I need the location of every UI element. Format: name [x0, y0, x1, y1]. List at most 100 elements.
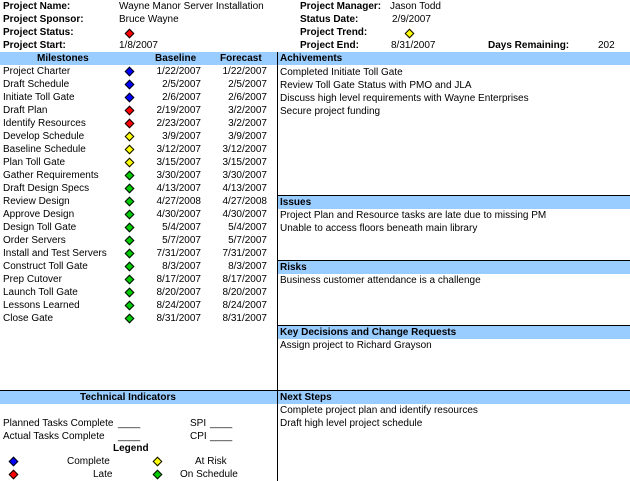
status-diamond-icon [124, 144, 135, 155]
next-steps-header: Next Steps [280, 392, 332, 403]
baseline-date: 3/9/2007 [162, 131, 201, 142]
days-remaining-label: Days Remaining: [488, 40, 570, 51]
risks-list: Business customer attendance is a challe… [280, 274, 481, 287]
issues-header-bar: Issues [278, 196, 630, 209]
project-start-value: 1/8/2007 [119, 40, 158, 51]
milestone-name: Prep Cutover [3, 274, 62, 285]
project-sponsor-value: Bruce Wayne [119, 14, 179, 25]
project-name-value: Wayne Manor Server Installation [119, 1, 264, 12]
risks-header-bar: Risks [278, 261, 630, 274]
section-divider [278, 195, 630, 196]
list-item: Complete project plan and identify resou… [280, 405, 478, 416]
section-divider [0, 390, 630, 391]
milestone-name: Order Servers [3, 235, 66, 246]
baseline-date: 3/12/2007 [156, 144, 202, 155]
baseline-header: Baseline [155, 53, 197, 64]
baseline-date: 4/13/2007 [156, 183, 202, 194]
status-diamond-icon [124, 66, 135, 77]
cpi-value: ____ [210, 431, 233, 442]
table-row: Gather Requirements 3/30/2007 3/30/2007 [0, 169, 277, 182]
table-row: Close Gate 8/31/2007 8/31/2007 [0, 312, 277, 325]
milestone-name: Review Design [3, 196, 70, 207]
table-row: Design Toll Gate 5/4/2007 5/4/2007 [0, 221, 277, 234]
forecast-date: 8/24/2007 [222, 300, 268, 311]
baseline-date: 2/5/2007 [162, 79, 201, 90]
technical-header: Technical Indicators [80, 392, 176, 403]
technical-header-bar: Technical Indicators [0, 391, 277, 404]
milestone-name: Design Toll Gate [3, 222, 77, 233]
table-row: Baseline Schedule 3/12/2007 3/12/2007 [0, 143, 277, 156]
status-diamond-icon [124, 313, 135, 324]
table-row: Develop Schedule 3/9/2007 3/9/2007 [0, 130, 277, 143]
forecast-date: 3/9/2007 [228, 131, 267, 142]
section-divider [278, 260, 630, 261]
table-row: Review Design 4/27/2008 4/27/2008 [0, 195, 277, 208]
status-diamond-icon [124, 131, 135, 142]
forecast-date: 4/30/2007 [222, 209, 268, 220]
column-divider [277, 52, 278, 481]
at-risk-legend-label: At Risk [195, 456, 227, 467]
project-end-value: 8/31/2007 [391, 40, 436, 51]
actual-tasks-label: Actual Tasks Complete [3, 431, 105, 442]
achievements-list: Completed Initiate Toll Gate Review Toll… [280, 66, 529, 118]
milestone-name: Lessons Learned [3, 300, 80, 311]
baseline-date: 1/22/2007 [156, 66, 202, 77]
cpi-label: CPI [190, 431, 207, 442]
next-steps-list: Complete project plan and identify resou… [280, 404, 478, 430]
milestone-name: Gather Requirements [3, 170, 99, 181]
project-start-label: Project Start: [3, 40, 66, 51]
list-item: Project Plan and Resource tasks are late… [280, 210, 547, 221]
milestone-name: Close Gate [3, 313, 54, 324]
forecast-date: 1/22/2007 [222, 66, 268, 77]
on-schedule-legend-label: On Schedule [180, 469, 238, 480]
table-row: Draft Plan 2/19/2007 3/2/2007 [0, 104, 277, 117]
project-trend-icon [404, 28, 415, 39]
table-row: Prep Cutover 8/17/2007 8/17/2007 [0, 273, 277, 286]
status-diamond-icon [124, 261, 135, 272]
table-row: Plan Toll Gate 3/15/2007 3/15/2007 [0, 156, 277, 169]
complete-legend-icon [8, 456, 19, 467]
planned-tasks-value: ____ [118, 418, 141, 429]
table-row: Approve Design 4/30/2007 4/30/2007 [0, 208, 277, 221]
baseline-date: 3/15/2007 [156, 157, 202, 168]
planned-tasks-label: Planned Tasks Complete [3, 418, 114, 429]
baseline-date: 2/6/2007 [162, 92, 201, 103]
status-diamond-icon [124, 118, 135, 129]
baseline-date: 3/30/2007 [156, 170, 202, 181]
forecast-date: 8/3/2007 [228, 261, 267, 272]
table-row: Lessons Learned 8/24/2007 8/24/2007 [0, 299, 277, 312]
forecast-date: 3/2/2007 [228, 118, 267, 129]
forecast-date: 3/15/2007 [222, 157, 268, 168]
baseline-date: 5/4/2007 [162, 222, 201, 233]
baseline-date: 7/31/2007 [156, 248, 202, 259]
project-end-label: Project End: [300, 40, 359, 51]
risks-header: Risks [280, 262, 307, 273]
milestone-name: Identify Resources [3, 118, 86, 129]
baseline-date: 8/20/2007 [156, 287, 202, 298]
baseline-date: 8/3/2007 [162, 261, 201, 272]
table-row: Draft Schedule 2/5/2007 2/5/2007 [0, 78, 277, 91]
table-row: Initiate Toll Gate 2/6/2007 2/6/2007 [0, 91, 277, 104]
baseline-date: 4/30/2007 [156, 209, 202, 220]
milestones-header-bar: Milestones Baseline Forecast [0, 52, 277, 65]
achievements-header-bar: Achivements [278, 52, 630, 65]
status-diamond-icon [124, 248, 135, 259]
status-diamond-icon [124, 209, 135, 220]
achievements-header: Achivements [280, 53, 343, 64]
legend-title: Legend [113, 443, 149, 454]
project-manager-label: Project Manager: [300, 1, 382, 12]
status-diamond-icon [124, 287, 135, 298]
milestone-name: Draft Design Specs [3, 183, 90, 194]
project-name-label: Project Name: [3, 1, 71, 12]
baseline-date: 5/7/2007 [162, 235, 201, 246]
actual-tasks-value: ____ [118, 431, 141, 442]
baseline-date: 8/31/2007 [156, 313, 202, 324]
forecast-date: 2/5/2007 [228, 79, 267, 90]
spi-value: ____ [210, 418, 233, 429]
status-diamond-icon [124, 157, 135, 168]
list-item: Draft high level project schedule [280, 418, 423, 429]
issues-list: Project Plan and Resource tasks are late… [280, 209, 546, 235]
milestone-name: Draft Schedule [3, 79, 70, 90]
status-diamond-icon [124, 170, 135, 181]
forecast-date: 3/12/2007 [222, 144, 268, 155]
